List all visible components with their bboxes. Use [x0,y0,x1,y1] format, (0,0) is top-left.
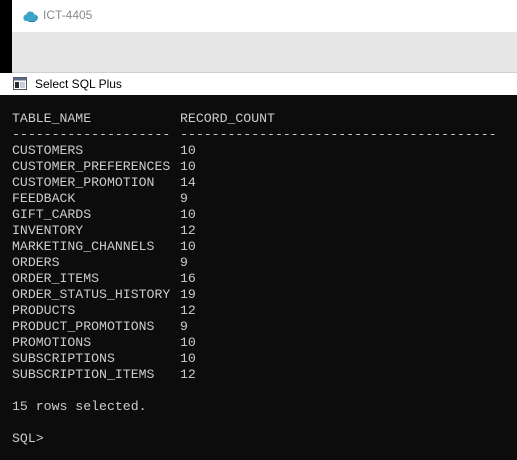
console-window-header[interactable]: Select SQL Plus [0,73,517,95]
result-row: PRODUCTS 12 [12,303,196,319]
rows-selected-message: 15 rows selected. [12,399,147,414]
table-name-cell: SUBSCRIPTION_ITEMS [12,367,155,382]
result-row: CUSTOMER_PREFERENCES 10 [12,159,196,175]
record-count-cell: 10 [180,207,196,222]
table-name-cell: ORDERS [12,255,60,270]
result-row: SUBSCRIPTIONS 10 [12,351,196,367]
cloud-icon [23,11,38,22]
result-row: SUBSCRIPTION_ITEMS 12 [12,367,196,383]
result-row: ORDERS 9 [12,255,188,271]
record-count-cell: 10 [180,239,196,254]
result-row: PRODUCT_PROMOTIONS 9 [12,319,188,335]
console-window-title: Select SQL Plus [35,77,122,91]
table-name-cell: PRODUCT_PROMOTIONS [12,319,155,334]
console-window-icon [13,77,27,90]
record-count-cell: 12 [180,303,196,318]
column-header-table-name: TABLE_NAME [12,111,92,126]
underline-table-name: -------------------- [12,127,171,142]
underline-record-count: ---------------------------------------- [180,127,497,142]
table-name-cell: FEEDBACK [12,191,76,206]
result-row: CUSTOMERS 10 [12,143,196,159]
record-count-cell: 9 [180,191,188,206]
table-name-cell: PROMOTIONS [12,335,92,350]
title-bar[interactable]: ICT-4405 [12,0,517,32]
result-header-underline: -------------------- -------------------… [12,127,497,143]
record-count-cell: 19 [180,287,196,302]
table-name-cell: ORDER_STATUS_HISTORY [12,287,171,302]
table-name-cell: MARKETING_CHANNELS [12,239,155,254]
result-row: INVENTORY 12 [12,223,196,239]
sqlplus-console[interactable]: TABLE_NAME RECORD_COUNT ----------------… [0,95,517,460]
table-name-cell: CUSTOMER_PREFERENCES [12,159,171,174]
result-row: GIFT_CARDS 10 [12,207,196,223]
table-name-cell: INVENTORY [12,223,84,238]
table-name-cell: SUBSCRIPTIONS [12,351,115,366]
record-count-cell: 12 [180,367,196,382]
sql-prompt[interactable]: SQL> [12,431,44,447]
table-name-cell: PRODUCTS [12,303,76,318]
result-row: ORDER_ITEMS 16 [12,271,196,287]
record-count-cell: 10 [180,351,196,366]
record-count-cell: 9 [180,255,188,270]
record-count-cell: 10 [180,159,196,174]
table-name-cell: GIFT_CARDS [12,207,92,222]
window-title: ICT-4405 [43,8,93,22]
result-row: ORDER_STATUS_HISTORY 19 [12,287,196,303]
result-header-row: TABLE_NAME RECORD_COUNT [12,111,275,127]
record-count-cell: 12 [180,223,196,238]
column-header-record-count: RECORD_COUNT [180,111,275,126]
result-row: FEEDBACK 9 [12,191,188,207]
result-row: PROMOTIONS 10 [12,335,196,351]
record-count-cell: 10 [180,143,196,158]
record-count-cell: 14 [180,175,196,190]
record-count-cell: 10 [180,335,196,350]
result-row: CUSTOMER_PROMOTION 14 [12,175,196,191]
result-row: MARKETING_CHANNELS 10 [12,239,196,255]
table-name-cell: CUSTOMER_PROMOTION [12,175,155,190]
table-name-cell: ORDER_ITEMS [12,271,100,286]
toolbar-band [12,32,517,72]
record-count-cell: 16 [180,271,196,286]
app-frame: ICT-4405 Select SQL Plus TABLE_NAME RECO… [0,0,517,460]
record-count-cell: 9 [180,319,188,334]
table-name-cell: CUSTOMERS [12,143,84,158]
